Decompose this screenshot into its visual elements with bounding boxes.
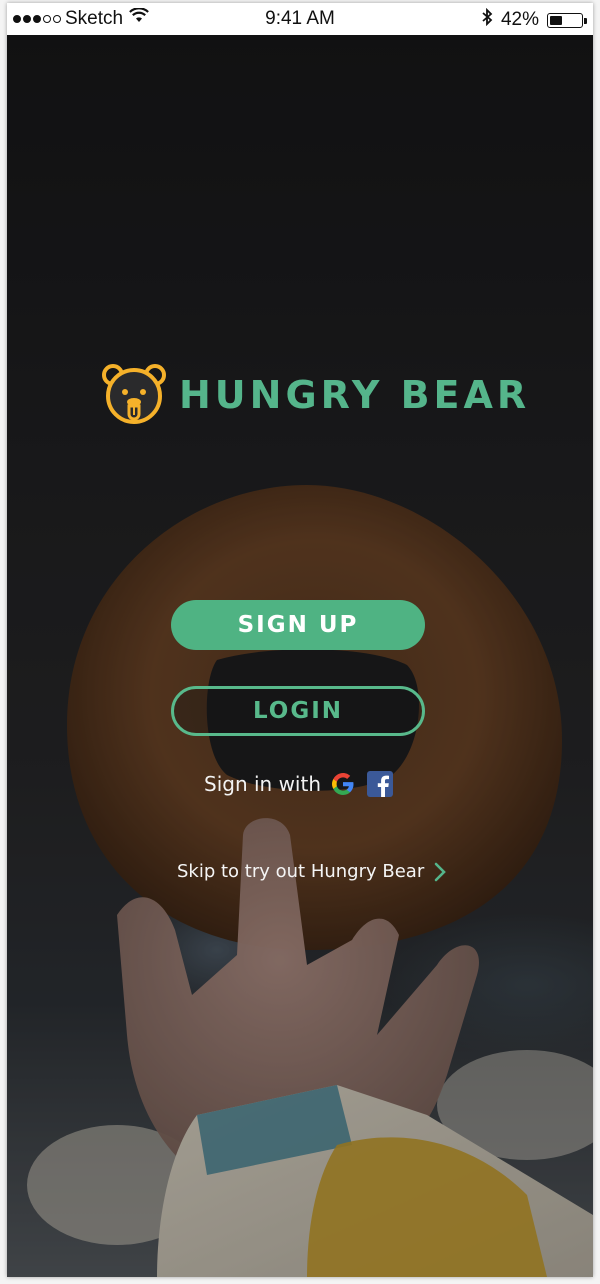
status-right: 42% [481, 7, 587, 32]
status-bar: Sketch 9:41 AM 42% [7, 3, 593, 35]
battery-percent: 42% [500, 9, 539, 30]
background-photo [7, 35, 593, 1277]
sign-in-with-label: Sign in with [204, 772, 322, 796]
battery-fill [550, 15, 562, 25]
donut-hand-illustration [7, 35, 593, 1277]
battery-icon [547, 12, 587, 28]
login-button[interactable]: LOGIN [171, 686, 425, 736]
sign-up-button[interactable]: SIGN UP [171, 600, 425, 650]
chevron-right-icon [434, 862, 447, 882]
brand-name: HUNGRY BEAR [179, 373, 531, 417]
phone-screen: Sketch 9:41 AM 42% HUNGRY BEAR SIGN UP L… [7, 3, 593, 1277]
facebook-icon[interactable] [367, 771, 394, 797]
brand-logo: HUNGRY BEAR [99, 358, 530, 432]
screen-frame: Sketch 9:41 AM 42% HUNGRY BEAR SIGN UP L… [0, 0, 600, 1284]
bluetooth-icon [481, 7, 493, 32]
skip-label: Skip to try out Hungry Bear [177, 861, 425, 882]
skip-link[interactable]: Skip to try out Hungry Bear [177, 861, 447, 882]
google-icon[interactable] [329, 770, 357, 798]
social-signin: Sign in with [204, 770, 394, 798]
bear-face-icon [99, 358, 169, 432]
